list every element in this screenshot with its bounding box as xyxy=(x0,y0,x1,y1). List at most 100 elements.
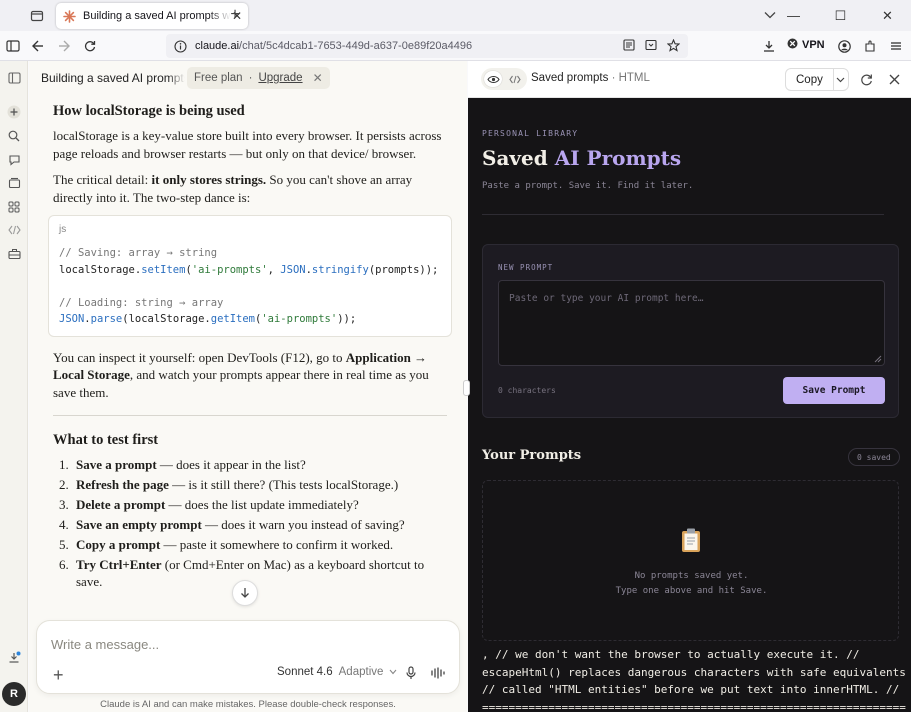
minimize-icon[interactable]: — xyxy=(770,0,817,31)
vpn-label: VPN xyxy=(802,39,825,51)
view-toggle[interactable] xyxy=(481,68,527,90)
new-chat-icon[interactable] xyxy=(5,103,23,121)
avatar[interactable]: R xyxy=(2,682,26,706)
code-view-icon[interactable] xyxy=(506,71,524,87)
close-window-icon[interactable]: ✕ xyxy=(864,0,911,31)
resize-grip-icon[interactable] xyxy=(874,355,882,363)
assistant-message: How localStorage is being used localStor… xyxy=(48,97,452,593)
saved-count-badge: 0 saved xyxy=(848,448,900,466)
section-heading: What to test first xyxy=(53,432,159,448)
list-item: 4. Save an empty prompt — does it warn yo… xyxy=(59,517,405,532)
extensions-icon[interactable] xyxy=(861,37,879,55)
chat-header: Building a saved AI prompts w Free plan … xyxy=(29,61,467,95)
code-block: js // Saving: array → string localStorag… xyxy=(48,215,452,337)
new-prompt-label: NEW PROMPT xyxy=(498,263,554,272)
chats-icon[interactable] xyxy=(5,151,23,169)
model-selector[interactable]: Sonnet 4.6 Adaptive xyxy=(277,666,397,678)
panel-resize-handle[interactable] xyxy=(463,380,470,396)
reader-view-icon[interactable] xyxy=(622,38,636,52)
artifact-title: Saved prompts · HTML xyxy=(531,72,650,84)
dismiss-banner-icon[interactable]: ✕ xyxy=(313,71,323,85)
maximize-icon[interactable]: ☐ xyxy=(817,0,864,31)
chat-panel: Building a saved AI prompts w Free plan … xyxy=(29,61,467,712)
prompt-textarea[interactable]: Paste or type your AI prompt here… xyxy=(498,280,885,366)
divider xyxy=(482,214,884,215)
close-artifact-icon[interactable] xyxy=(887,72,901,86)
add-attachment-icon[interactable]: + xyxy=(53,665,64,686)
account-icon[interactable] xyxy=(835,37,853,55)
app-menu-icon[interactable] xyxy=(887,37,905,55)
code-content: // Saving: array → string localStorage.s… xyxy=(59,247,439,325)
preview-eye-icon[interactable] xyxy=(484,71,502,87)
paragraph: You can inspect it yourself: open DevToo… xyxy=(53,349,429,400)
projects-icon[interactable] xyxy=(5,174,23,192)
forward-icon[interactable] xyxy=(55,37,73,55)
model-mode: Adaptive xyxy=(338,666,384,678)
artifacts-icon[interactable] xyxy=(5,198,23,216)
tab-bar: Building a saved AI prompts web ✕ + — ☐ … xyxy=(0,0,911,31)
chevron-down-icon xyxy=(389,669,397,675)
list-item: 5. Copy a prompt — paste it somewhere to … xyxy=(59,537,394,552)
character-count: 0 characters xyxy=(498,386,556,395)
artifact-panel: Saved prompts · HTML Copy PERSONAL LIBRA… xyxy=(468,61,911,712)
artifact-header: Saved prompts · HTML Copy xyxy=(468,61,911,98)
reload-icon[interactable] xyxy=(81,37,99,55)
new-tab-icon[interactable]: + xyxy=(226,6,244,24)
refresh-artifact-icon[interactable] xyxy=(859,72,873,86)
claude-favicon-icon xyxy=(62,9,76,23)
message-input[interactable]: Write a message... xyxy=(51,637,159,652)
clipboard-icon xyxy=(682,528,700,552)
eyebrow-label: PERSONAL LIBRARY xyxy=(482,129,579,138)
paragraph: localStorage is a key-value store built … xyxy=(53,128,442,161)
prompts-list-title: Your Prompts xyxy=(482,448,582,463)
url-text: claude.ai/chat/5c4dcab1-7653-449d-a637-0… xyxy=(195,40,473,52)
section-heading: How localStorage is being used xyxy=(53,103,245,119)
bookmark-star-icon[interactable] xyxy=(666,38,680,52)
code-language-label: js xyxy=(59,224,67,235)
download-app-icon[interactable] xyxy=(5,648,23,666)
tools-briefcase-icon[interactable] xyxy=(5,245,23,263)
upgrade-link[interactable]: Upgrade xyxy=(258,72,302,84)
tab-title: Building a saved AI prompts web xyxy=(83,10,231,22)
list-item: 2. Refresh the page — is it still there? … xyxy=(59,477,399,492)
back-icon[interactable] xyxy=(29,37,47,55)
vpn-shield-icon xyxy=(787,38,798,52)
test-list: 1. Save a prompt — does it appear in the … xyxy=(53,456,447,590)
divider xyxy=(53,415,447,416)
new-prompt-card: NEW PROMPT Paste or type your AI prompt … xyxy=(482,244,899,418)
save-to-pocket-icon[interactable] xyxy=(644,38,658,52)
empty-state-line-2: Type one above and hit Save. xyxy=(615,586,768,596)
downloads-icon[interactable] xyxy=(760,37,778,55)
list-item: 1. Save a prompt — does it appear in the … xyxy=(59,457,306,472)
copy-label: Copy xyxy=(796,73,823,86)
tab-tray-icon[interactable] xyxy=(26,6,48,26)
site-info-icon[interactable] xyxy=(174,39,188,53)
sidebar-toggle-icon[interactable] xyxy=(4,37,22,55)
claude-sidebar-rail xyxy=(0,61,28,712)
list-item: 3. Delete a prompt — does the list update… xyxy=(59,497,359,512)
empty-state: No prompts saved yet. Type one above and… xyxy=(482,480,899,641)
app-title: Saved AI Prompts xyxy=(482,146,682,170)
app-subtitle: Paste a prompt. Save it. Find it later. xyxy=(482,181,694,191)
search-icon[interactable] xyxy=(5,127,23,145)
code-icon[interactable] xyxy=(5,221,23,239)
sidebar-expand-icon[interactable] xyxy=(5,69,23,87)
disclaimer-text: Claude is AI and can make mistakes. Plea… xyxy=(100,699,396,710)
scroll-to-bottom-button[interactable] xyxy=(232,580,258,606)
arrow-down-icon xyxy=(241,588,249,598)
message-composer[interactable]: Write a message... + Sonnet 4.6 Adaptive xyxy=(36,620,460,694)
browser-tab[interactable]: Building a saved AI prompts web ✕ xyxy=(56,3,248,29)
vpn-button[interactable]: VPN xyxy=(787,38,825,52)
save-prompt-button[interactable]: Save Prompt xyxy=(783,377,885,404)
copy-button[interactable]: Copy xyxy=(785,68,849,91)
address-bar[interactable]: claude.ai/chat/5c4dcab1-7653-449d-a637-0… xyxy=(166,34,688,58)
prompt-placeholder: Paste or type your AI prompt here… xyxy=(509,293,704,304)
empty-state-line-1: No prompts saved yet. xyxy=(634,571,749,581)
copy-options-chevron-icon[interactable] xyxy=(832,69,848,90)
navigation-bar: claude.ai/chat/5c4dcab1-7653-449d-a637-0… xyxy=(0,31,911,61)
voice-mode-icon[interactable] xyxy=(430,666,446,680)
chat-title[interactable]: Building a saved AI prompts w xyxy=(41,71,185,85)
microphone-icon[interactable] xyxy=(404,666,418,680)
paragraph: The critical detail: it only stores stri… xyxy=(53,172,413,205)
plan-label: Free plan xyxy=(194,72,243,84)
